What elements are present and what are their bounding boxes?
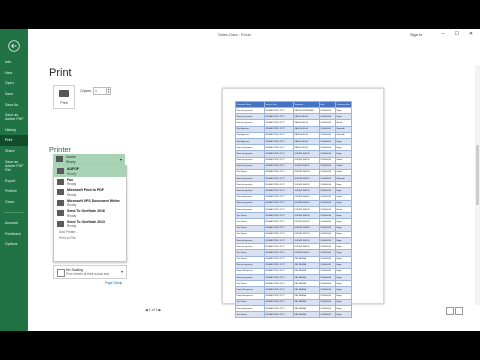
minimize-button[interactable]: – <box>438 30 448 38</box>
backstage-nav: Info New Open Save Save As Save as Adobe PDF H… <box>0 29 28 331</box>
copies-input[interactable]: 1 ▴ ▾ <box>93 87 111 95</box>
printer-status: Ready <box>67 213 77 218</box>
printer-option[interactable]: Microsoft XPS Document Writer Ready <box>54 198 126 209</box>
table-cell: RAJ MEENA <box>293 311 320 319</box>
print-button-label: Print <box>60 101 68 105</box>
copies-label: Copies: <box>80 89 92 93</box>
printer-name: AUFOF <box>67 167 80 171</box>
printer-icon <box>57 199 64 206</box>
printer-icon <box>56 156 63 162</box>
printer-icon <box>57 168 64 174</box>
nav-item[interactable]: Save As <box>0 99 28 110</box>
maximize-button[interactable]: ☐ <box>452 30 462 38</box>
printer-list: AUFOF Ready Fax Ready Microsoft Print to PDF… <box>54 166 126 229</box>
sign-in-link[interactable]: Sign in <box>410 32 422 37</box>
nav-item[interactable]: Publish <box>0 186 28 197</box>
title-bar: Sales Data - Excel Sign in – ☐ ✕ <box>28 29 480 41</box>
copies-spinner[interactable]: ▴ ▾ <box>106 88 110 94</box>
back-arrow-icon <box>8 40 20 52</box>
page-total: of 1 <box>151 308 158 312</box>
nav-item[interactable]: Feedback <box>0 229 28 240</box>
print-heading: Print <box>49 67 72 79</box>
nav-item[interactable]: Save <box>0 89 28 100</box>
show-margins-button[interactable] <box>446 307 454 315</box>
page-navigator: ◀ 1 of 1 ▶ <box>145 308 161 312</box>
printer-heading: Printer <box>49 145 72 154</box>
chevron-down-icon: ▾ <box>119 157 122 162</box>
print-to-file-option[interactable]: Print to File <box>54 235 126 241</box>
scrollbar-thumb[interactable] <box>476 145 479 205</box>
printer-status: Ready <box>67 192 77 197</box>
next-page-button[interactable]: ▶ <box>158 308 161 312</box>
nav-item[interactable]: Print <box>0 135 28 146</box>
selected-printer-status: Ready <box>66 159 76 164</box>
printer-option[interactable]: Send To OneNote 2016 Ready <box>54 208 126 219</box>
chevron-down-icon: ▾ <box>120 269 123 274</box>
printer-option[interactable]: Send To OneNote 2013 Ready <box>54 219 126 230</box>
table-cell: Begur <box>335 311 352 319</box>
printer-name: Microsoft XPS Document Writer <box>67 198 120 203</box>
table-cell: KD0000004 <box>319 311 336 319</box>
vertical-scrollbar[interactable] <box>475 65 480 305</box>
printer-status: Ready <box>67 171 77 176</box>
nav-item[interactable]: Save as Adobe PDF File <box>0 156 28 175</box>
printer-name: Send To OneNote 2013 <box>67 219 105 224</box>
nav-item[interactable]: Share <box>0 146 28 157</box>
preview-table: Customer Name Invoice Date Salesman Item Cus… <box>235 101 352 319</box>
printer-name: Send To OneNote 2016 <box>67 209 105 213</box>
nav-item[interactable]: Save as Adobe PDF <box>0 110 28 125</box>
printer-status: Ready <box>67 182 77 186</box>
nav-item[interactable]: Close <box>0 197 28 208</box>
printer-icon <box>57 210 64 216</box>
scaling-name: No Scaling <box>66 267 83 272</box>
nav-item[interactable]: Export <box>0 175 28 186</box>
table-body: Ramesh agencies INV/ABCPR/01-1/177 RAJESH … <box>235 106 352 319</box>
nav-item[interactable]: Options <box>0 239 28 250</box>
page-setup-link[interactable]: Page Setup <box>105 281 122 285</box>
back-button[interactable] <box>0 35 28 57</box>
copies-value: 1 <box>95 89 97 93</box>
nav-list: Info New Open Save Save As Save as Adobe PDF H… <box>0 57 28 250</box>
nav-item[interactable]: Info <box>0 57 28 68</box>
table-cell: INV/ABCPR/01-1/177 <box>264 311 294 319</box>
table-row: Tara Stores INV/ABCPR/01-1/177 RAJ MEENA KD… <box>235 311 352 319</box>
printer-icon <box>59 90 69 97</box>
print-button[interactable]: Print <box>53 85 75 109</box>
selected-printer-name: Adobe <box>66 155 77 159</box>
nav-item[interactable]: History <box>0 125 28 136</box>
zoom-to-page-button[interactable] <box>455 307 463 315</box>
printer-select[interactable]: Adobe Ready ▾ <box>53 154 125 165</box>
nav-separator <box>4 212 24 214</box>
window-title: Sales Data - Excel <box>218 32 251 37</box>
table-cell: Tara Stores <box>235 311 265 319</box>
nav-item[interactable]: Account <box>0 218 28 229</box>
printer-status: Ready <box>67 203 77 207</box>
printer-name: Fax <box>67 177 74 182</box>
excel-backstage-window: Info New Open Save Save As Save as Adobe PDF H… <box>0 29 480 331</box>
printer-icon <box>57 220 64 227</box>
printer-icon <box>57 189 64 195</box>
scaling-select[interactable]: No Scaling Print sheets at their actual … <box>53 265 127 279</box>
print-preview-page: Customer Name Invoice Date Salesman Item Cus… <box>222 88 384 319</box>
nav-item[interactable]: Open <box>0 78 28 89</box>
printer-name: Microsoft Print to PDF <box>67 188 104 192</box>
nav-item[interactable]: New <box>0 68 28 79</box>
close-button[interactable]: ✕ <box>466 30 476 38</box>
printer-option[interactable]: AUFOF Ready <box>54 166 126 177</box>
printer-option[interactable]: Microsoft Print to PDF Ready <box>54 187 126 198</box>
page-number-input[interactable]: 1 <box>149 308 151 312</box>
fax-icon <box>57 178 64 185</box>
scaling-icon <box>57 268 65 277</box>
scaling-desc: Print sheets at their actual size <box>66 272 110 276</box>
prev-page-button[interactable]: ◀ <box>145 308 148 312</box>
printer-option[interactable]: Fax Ready <box>54 177 126 188</box>
printer-dropdown: AUFOF Ready Fax Ready Microsoft Print to PDF… <box>53 165 127 262</box>
printer-status: Ready <box>67 224 77 228</box>
